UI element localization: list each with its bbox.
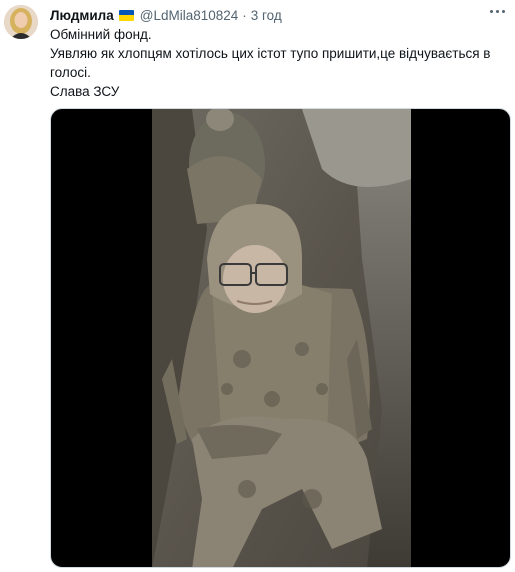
video-player[interactable] bbox=[50, 108, 511, 568]
tweet-text-line: Обмінний фонд. bbox=[50, 27, 152, 42]
separator-dot: · bbox=[242, 7, 247, 23]
avatar-image bbox=[4, 5, 38, 39]
tweet-text-line: Уявляю як хлопцям хотілось цих істот туп… bbox=[50, 46, 491, 61]
video-frame bbox=[152, 109, 411, 567]
ukraine-flag-icon bbox=[118, 9, 134, 21]
tweet-text-line: Слава ЗСУ bbox=[50, 84, 120, 99]
author-name[interactable]: Людмила bbox=[50, 8, 114, 23]
tweet[interactable]: Людмила @LdMila810824 · 3 год Обмінний ф… bbox=[0, 0, 515, 572]
tweet-text: Обмінний фонд. Уявляю як хлопцям хотілос… bbox=[50, 25, 505, 101]
tweet-time[interactable]: 3 год bbox=[251, 8, 282, 23]
avatar[interactable] bbox=[4, 5, 38, 39]
tweet-header: Людмила @LdMila810824 · 3 год bbox=[50, 6, 505, 24]
more-horizontal-icon[interactable] bbox=[487, 4, 507, 18]
tweet-text-line: голосі. bbox=[50, 65, 91, 80]
author-handle[interactable]: @LdMila810824 bbox=[140, 8, 239, 23]
